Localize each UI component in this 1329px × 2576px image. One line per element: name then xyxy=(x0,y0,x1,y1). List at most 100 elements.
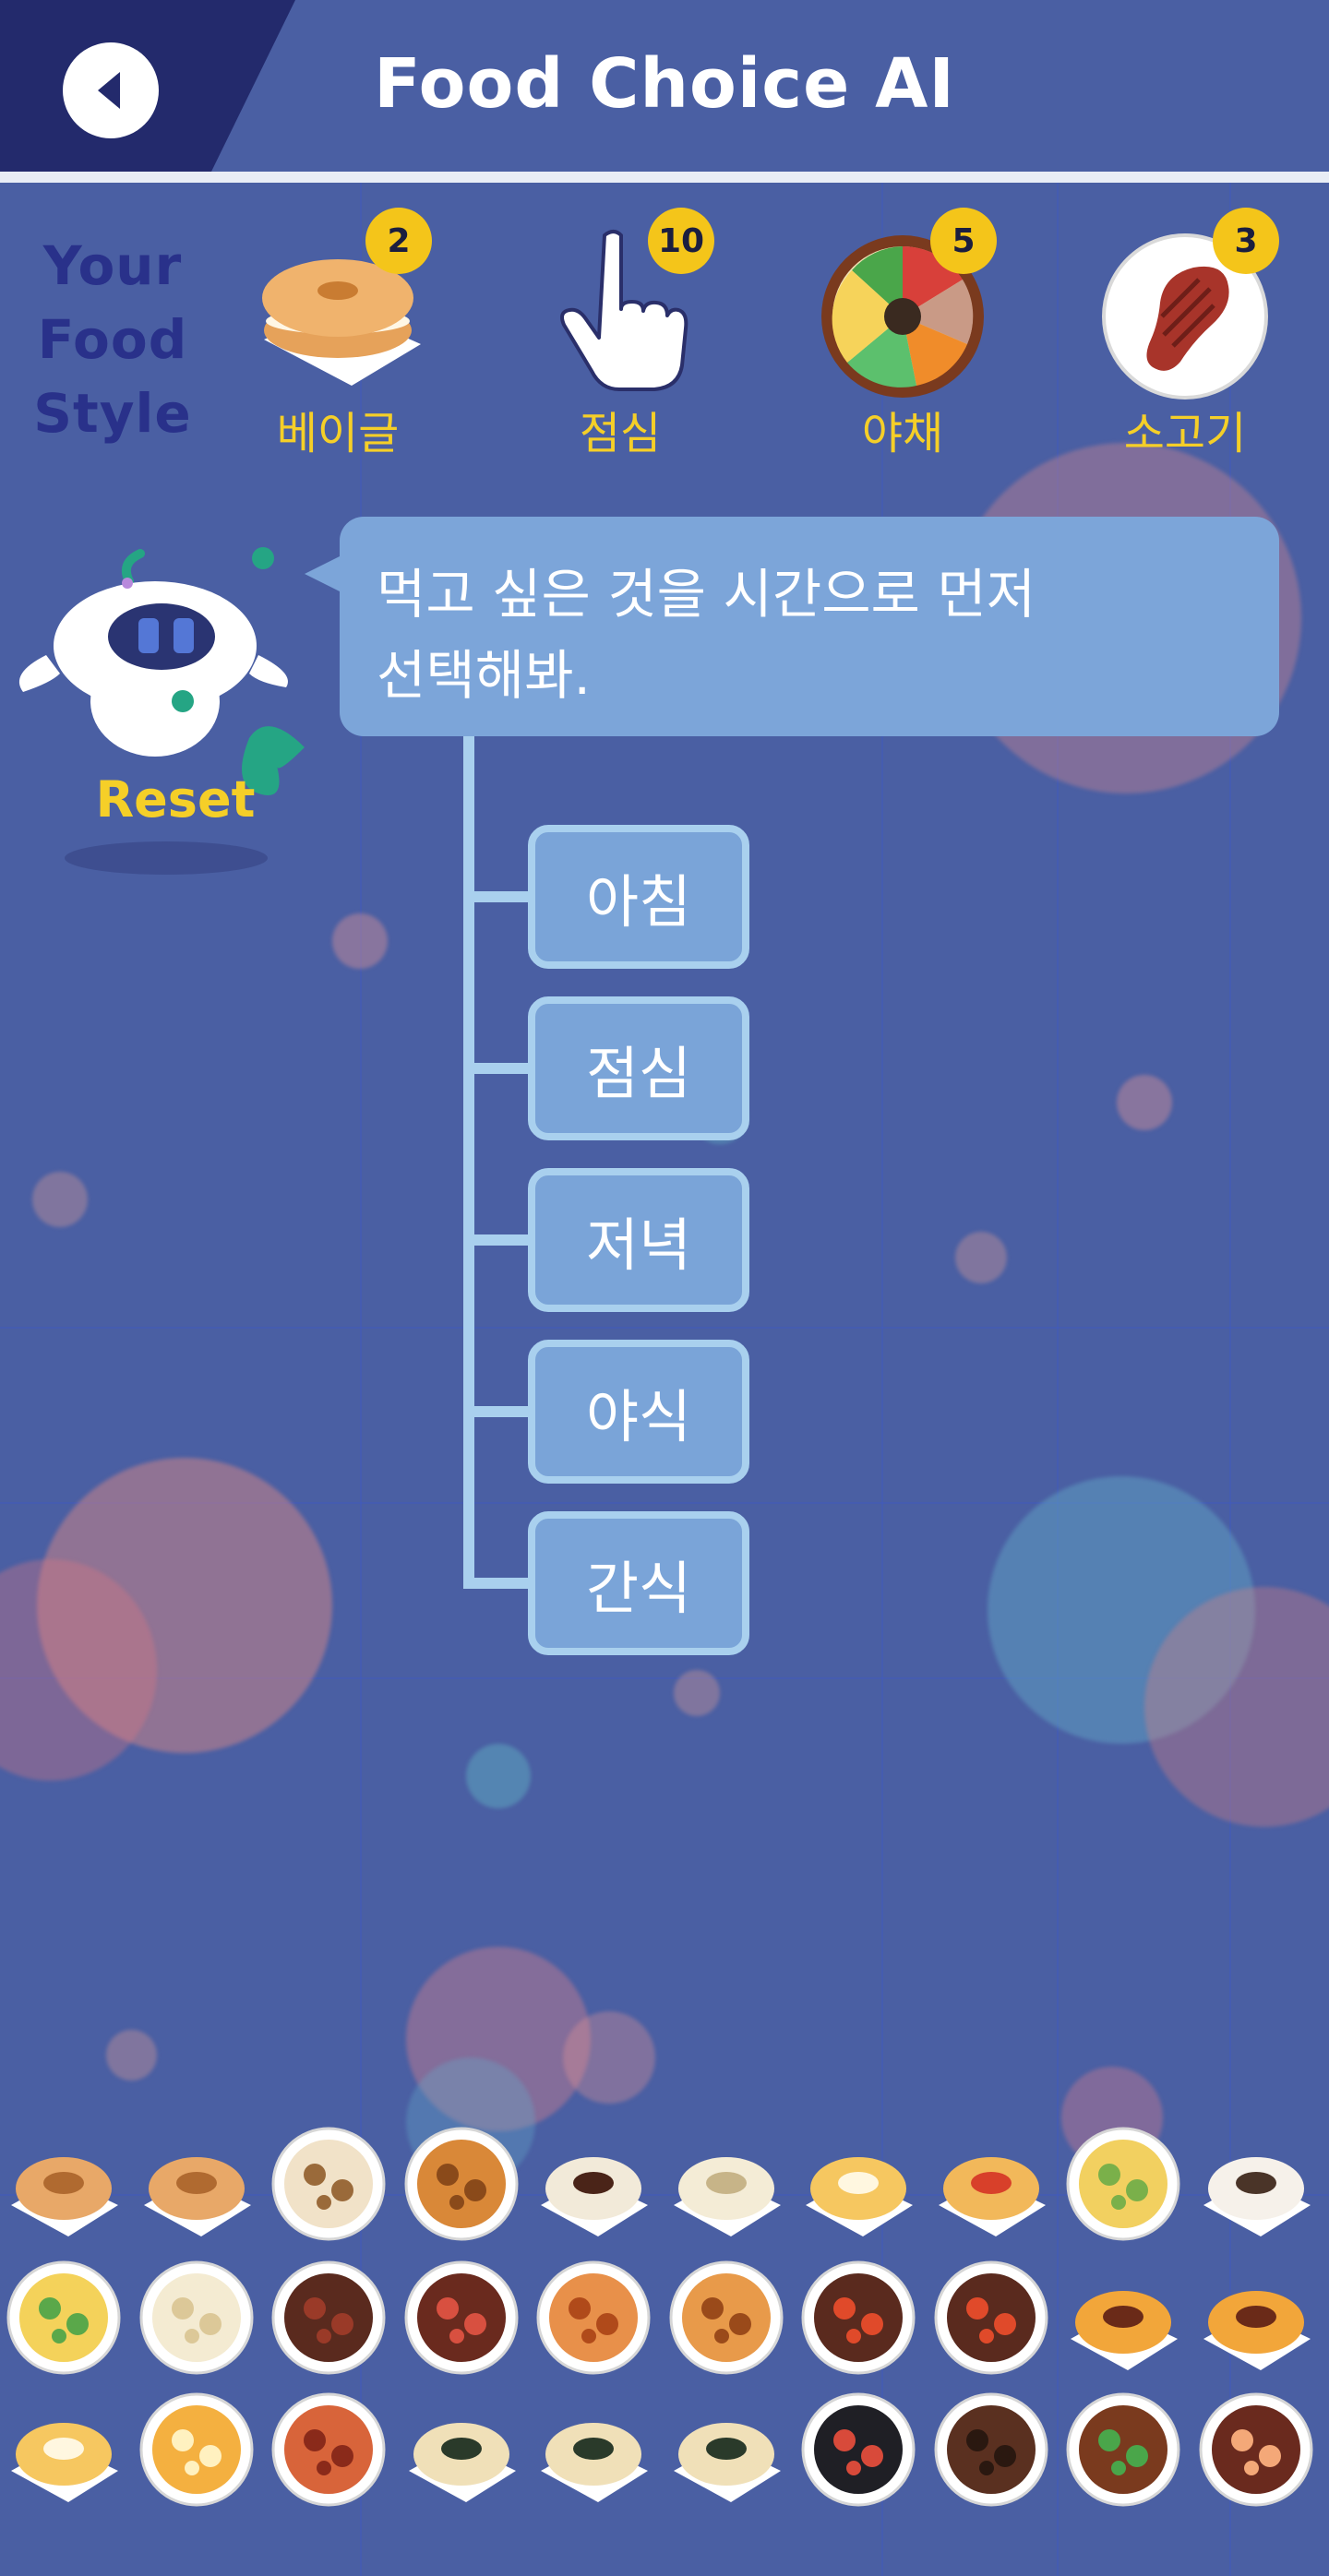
skewer-plate-icon xyxy=(536,2260,651,2375)
food-style-label: Your Food Style xyxy=(20,229,205,450)
food-item-steamed-bun[interactable] xyxy=(666,2124,786,2244)
fried-rice-icon xyxy=(1066,2127,1180,2241)
option-lunch[interactable]: 점심 xyxy=(528,996,749,1140)
fish-bread-icon xyxy=(11,2157,118,2236)
style-item-label: 소고기 xyxy=(1123,408,1247,459)
burger-icon xyxy=(1071,2291,1178,2370)
style-item-lunch[interactable]: 10 점심 xyxy=(509,208,731,459)
option-branch xyxy=(463,891,530,902)
egg-toast-icon xyxy=(806,2157,913,2236)
food-item-bibimbap[interactable] xyxy=(1063,2390,1183,2510)
seafood-soup-icon xyxy=(1199,2392,1312,2507)
bibimbap-icon xyxy=(1066,2392,1180,2507)
egg-rice-icon xyxy=(139,2392,253,2507)
chicken-skewer-icon xyxy=(669,2260,783,2375)
page-title: Food Choice AI xyxy=(374,44,955,124)
burger-icon xyxy=(1203,2291,1311,2370)
sausage-icon xyxy=(404,2127,518,2241)
style-item-vegetable[interactable]: 5 야채 xyxy=(792,208,1013,459)
spaghetti-icon xyxy=(271,2392,386,2507)
egg-toast-icon xyxy=(11,2423,118,2502)
food-item-pea-omelette[interactable] xyxy=(4,2258,124,2378)
food-item-chicken-skewer[interactable] xyxy=(666,2258,786,2378)
bokeh-light xyxy=(332,913,388,969)
food-item-tteokbokki[interactable] xyxy=(798,2258,918,2378)
bulgogi-bowl-icon xyxy=(934,2392,1048,2507)
food-item-meatball-stew[interactable] xyxy=(269,2258,389,2378)
count-badge: 2 xyxy=(365,208,432,274)
food-item-dumpling[interactable] xyxy=(1196,2124,1316,2244)
robot-assistant[interactable] xyxy=(9,517,314,886)
tteokbokki-icon xyxy=(934,2260,1048,2375)
skewer-icon xyxy=(271,2127,386,2241)
tofu-icon xyxy=(139,2260,253,2375)
food-item-tofu[interactable] xyxy=(137,2258,257,2378)
style-item-label: 야채 xyxy=(861,408,944,459)
food-item-tteokbokki[interactable] xyxy=(931,2258,1051,2378)
food-item-fish-bread[interactable] xyxy=(4,2124,124,2244)
count-badge: 10 xyxy=(648,208,714,274)
food-item-egg-toast[interactable] xyxy=(4,2390,124,2510)
header-bar: Food Choice AI xyxy=(0,0,1329,183)
option-late-snack[interactable]: 야식 xyxy=(528,1340,749,1484)
food-item-burger[interactable] xyxy=(1063,2258,1183,2378)
kimbap-icon xyxy=(541,2423,648,2502)
food-item-bulgogi-bowl[interactable] xyxy=(931,2390,1051,2510)
count-badge: 5 xyxy=(930,208,997,274)
robot-icon xyxy=(18,547,305,875)
food-item-sausage[interactable] xyxy=(401,2124,521,2244)
bokeh-light xyxy=(1117,1075,1172,1130)
bokeh-light xyxy=(32,1172,88,1227)
dumpling-icon xyxy=(1203,2157,1311,2236)
food-item-red-bean-bun[interactable] xyxy=(533,2124,653,2244)
meatball-stew-icon xyxy=(271,2260,386,2375)
option-dinner[interactable]: 저녁 xyxy=(528,1168,749,1312)
food-item-egg-toast[interactable] xyxy=(798,2124,918,2244)
food-item-fish-bread[interactable] xyxy=(137,2124,257,2244)
bokeh-light xyxy=(674,1670,720,1716)
beef-bowl-icon xyxy=(801,2392,916,2507)
bokeh-light xyxy=(106,2030,157,2081)
grid-line xyxy=(0,1327,1329,1329)
speech-bubble: 먹고 싶은 것을 시간으로 먼저 선택해봐. xyxy=(340,517,1279,736)
food-style-label-line: Food xyxy=(37,308,188,371)
food-item-seafood-soup[interactable] xyxy=(1196,2390,1316,2510)
style-item-beef[interactable]: 3 소고기 xyxy=(1074,208,1296,459)
food-item-egg-rice[interactable] xyxy=(137,2390,257,2510)
style-item-label: 베이글 xyxy=(276,408,400,459)
food-item-pizza-toast[interactable] xyxy=(931,2124,1051,2244)
red-bean-bun-icon xyxy=(541,2157,648,2236)
pizza-toast-icon xyxy=(938,2157,1046,2236)
header-divider xyxy=(0,172,1329,183)
bokeh-light xyxy=(563,2011,655,2104)
style-item-bagel[interactable]: 2 베이글 xyxy=(227,208,449,459)
speech-bubble-line: 먹고 싶은 것을 시간으로 먼저 xyxy=(377,563,1036,626)
pea-omelette-icon xyxy=(6,2260,121,2375)
food-style-label-line: Your xyxy=(42,234,183,297)
food-style-label-line: Style xyxy=(33,382,192,445)
speech-bubble-line: 선택해봐. xyxy=(377,644,591,707)
reset-button[interactable]: Reset xyxy=(92,770,258,829)
food-item-kimbap[interactable] xyxy=(401,2390,521,2510)
option-branch xyxy=(463,1063,530,1074)
option-breakfast[interactable]: 아침 xyxy=(528,825,749,969)
steamed-bun-icon xyxy=(673,2157,781,2236)
fish-bread-icon xyxy=(143,2157,251,2236)
spicy-soup-icon xyxy=(404,2260,518,2375)
option-branch xyxy=(463,1406,530,1417)
kimbap-icon xyxy=(673,2423,781,2502)
option-branch xyxy=(463,1234,530,1246)
count-badge: 3 xyxy=(1213,208,1279,274)
food-item-beef-bowl[interactable] xyxy=(798,2390,918,2510)
option-snack[interactable]: 간식 xyxy=(528,1511,749,1655)
food-item-spicy-soup[interactable] xyxy=(401,2258,521,2378)
bokeh-light xyxy=(466,1744,531,1808)
food-item-skewer-plate[interactable] xyxy=(533,2258,653,2378)
food-item-spaghetti[interactable] xyxy=(269,2390,389,2510)
food-item-skewer[interactable] xyxy=(269,2124,389,2244)
food-item-fried-rice[interactable] xyxy=(1063,2124,1183,2244)
food-item-burger[interactable] xyxy=(1196,2258,1316,2378)
food-item-kimbap[interactable] xyxy=(533,2390,653,2510)
style-item-label: 점심 xyxy=(579,408,662,459)
food-item-kimbap[interactable] xyxy=(666,2390,786,2510)
